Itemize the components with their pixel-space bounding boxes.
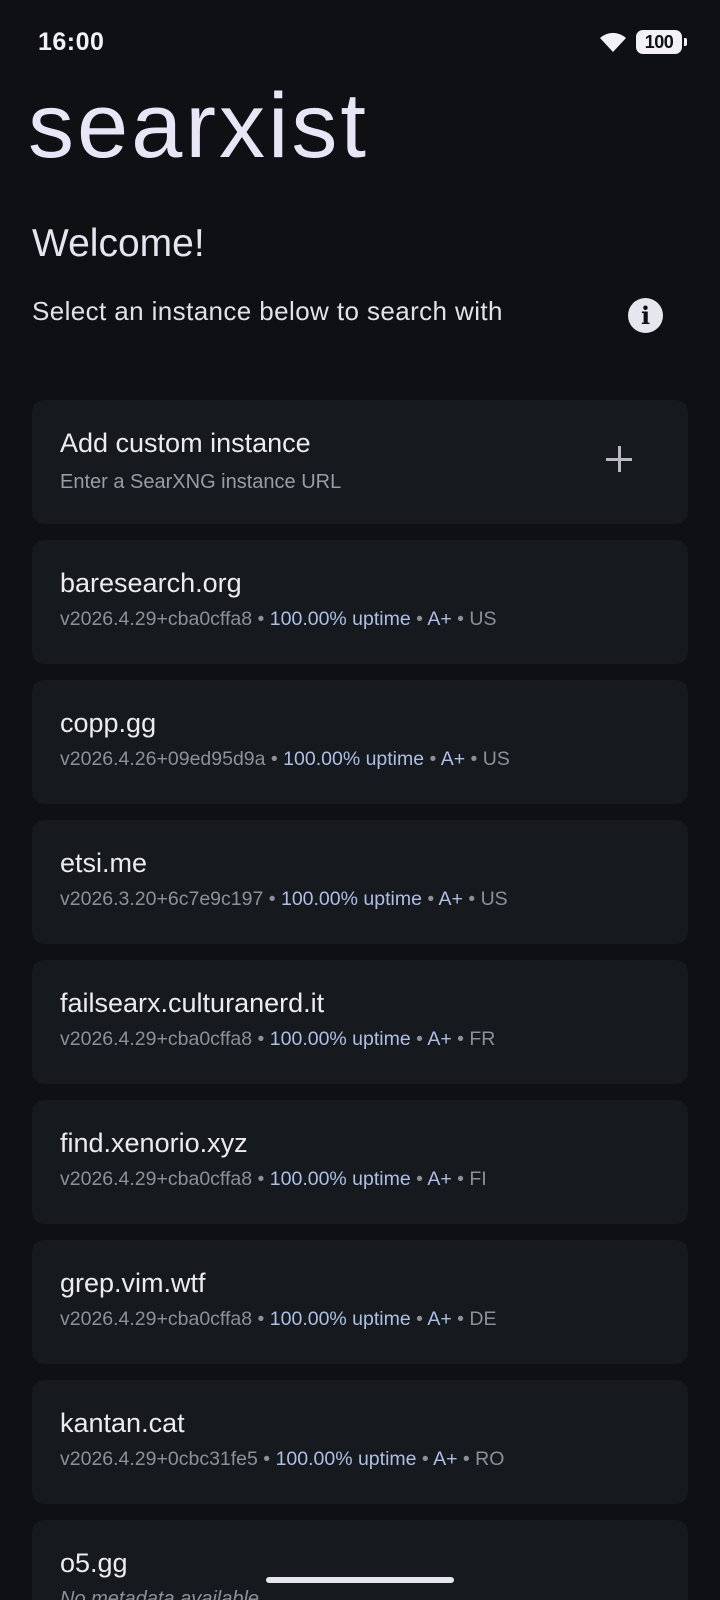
instance-uptime: 100.00% uptime <box>275 1448 417 1470</box>
add-custom-instance-card[interactable]: Add custom instance Enter a SearXNG inst… <box>32 400 688 524</box>
instance-country: US <box>480 888 508 910</box>
instance-meta: v2026.3.20+6c7e9c197 • 100.00% uptime • … <box>60 888 508 911</box>
instance-meta: v2026.4.29+cba0cffa8 • 100.00% uptime • … <box>60 1168 487 1191</box>
instance-grade: A+ <box>427 608 452 630</box>
meta-separator: • <box>410 1308 428 1330</box>
meta-separator: • <box>416 1448 434 1470</box>
instance-country: US <box>469 608 497 630</box>
instance-meta: v2026.4.29+cba0cffa8 • 100.00% uptime • … <box>60 1028 495 1051</box>
instance-version: v2026.4.29+cba0cffa8 <box>60 608 253 630</box>
instance-card[interactable]: find.xenorio.xyz v2026.4.29+cba0cffa8 • … <box>32 1100 688 1224</box>
instance-grade: A+ <box>427 1028 452 1050</box>
meta-separator: • <box>410 608 428 630</box>
add-custom-instance-subtitle: Enter a SearXNG instance URL <box>60 471 342 493</box>
meta-separator: • <box>457 1448 476 1470</box>
instance-version: v2026.4.29+cba0cffa8 <box>60 1308 253 1330</box>
meta-separator: • <box>252 1028 270 1050</box>
meta-separator: • <box>265 748 284 770</box>
wifi-icon <box>598 30 628 54</box>
instance-country: RO <box>475 1448 505 1470</box>
meta-separator: • <box>257 1448 276 1470</box>
instance-grade: A+ <box>433 1448 458 1470</box>
instance-no-metadata: No metadata available <box>60 1588 260 1600</box>
instance-card[interactable]: failsearx.culturanerd.it v2026.4.29+cba0… <box>32 960 688 1084</box>
welcome-title: Welcome! <box>32 222 205 265</box>
status-time: 16:00 <box>38 28 105 56</box>
meta-separator: • <box>410 1028 428 1050</box>
meta-separator: • <box>252 608 270 630</box>
instance-host: baresearch.org <box>60 568 242 598</box>
plus-icon[interactable] <box>604 444 634 474</box>
meta-separator: • <box>462 888 481 910</box>
add-custom-instance-title: Add custom instance <box>60 428 311 458</box>
instance-version: v2026.4.26+09ed95d9a <box>60 748 266 770</box>
instance-card[interactable]: baresearch.org v2026.4.29+cba0cffa8 • 10… <box>32 540 688 664</box>
screen: 16:00 100 searxist Welcome! Select an in… <box>0 0 720 1600</box>
meta-separator: • <box>410 1168 428 1190</box>
instance-grade: A+ <box>438 888 463 910</box>
instance-host: etsi.me <box>60 848 148 878</box>
home-indicator[interactable] <box>266 1577 454 1583</box>
instance-host: failsearx.culturanerd.it <box>60 988 325 1018</box>
meta-separator: • <box>424 748 441 770</box>
info-icon: i <box>640 300 651 330</box>
meta-separator: • <box>451 1168 470 1190</box>
instance-host: grep.vim.wtf <box>60 1268 206 1298</box>
instance-uptime: 100.00% uptime <box>269 1308 411 1330</box>
instance-card[interactable]: o5.gg No metadata available <box>32 1520 688 1600</box>
instance-country: DE <box>469 1308 497 1330</box>
battery-level: 100 <box>644 31 674 52</box>
instance-host: copp.gg <box>60 708 157 738</box>
instance-version: v2026.4.29+0cbc31fe5 <box>60 1448 258 1470</box>
instance-meta: v2026.4.29+cba0cffa8 • 100.00% uptime • … <box>60 608 496 631</box>
instance-host: o5.gg <box>60 1548 128 1578</box>
instance-meta: v2026.4.29+cba0cffa8 • 100.00% uptime • … <box>60 1308 496 1331</box>
instance-uptime: 100.00% uptime <box>269 1028 411 1050</box>
instance-uptime: 100.00% uptime <box>269 1168 411 1190</box>
meta-separator: • <box>263 888 281 910</box>
status-icons: 100 <box>598 28 687 56</box>
instance-uptime: 100.00% uptime <box>283 748 425 770</box>
instance-card[interactable]: grep.vim.wtf v2026.4.29+cba0cffa8 • 100.… <box>32 1240 688 1364</box>
info-button[interactable]: i <box>628 298 663 333</box>
meta-separator: • <box>451 1028 470 1050</box>
instance-host: kantan.cat <box>60 1408 185 1438</box>
welcome-subtitle: Select an instance below to search with <box>32 296 503 326</box>
app-logo: searxist <box>28 75 369 177</box>
instance-uptime: 100.00% uptime <box>280 888 422 910</box>
instance-country: US <box>482 748 510 770</box>
instance-meta: v2026.4.26+09ed95d9a • 100.00% uptime • … <box>60 748 510 771</box>
instance-grade: A+ <box>427 1168 452 1190</box>
meta-separator: • <box>451 1308 470 1330</box>
meta-separator: • <box>421 888 439 910</box>
instance-grade: A+ <box>427 1308 452 1330</box>
instance-card[interactable]: copp.gg v2026.4.26+09ed95d9a • 100.00% u… <box>32 680 688 804</box>
meta-separator: • <box>252 1308 270 1330</box>
instance-version: v2026.4.29+cba0cffa8 <box>60 1028 253 1050</box>
instance-card[interactable]: kantan.cat v2026.4.29+0cbc31fe5 • 100.00… <box>32 1380 688 1504</box>
instance-meta: v2026.4.29+0cbc31fe5 • 100.00% uptime • … <box>60 1448 504 1471</box>
meta-separator: • <box>451 608 470 630</box>
meta-separator: • <box>252 1168 270 1190</box>
instance-version: v2026.4.29+cba0cffa8 <box>60 1168 253 1190</box>
instance-country: FR <box>469 1028 496 1050</box>
meta-separator: • <box>465 748 483 770</box>
status-bar: 16:00 100 <box>0 0 720 84</box>
instance-country: FI <box>469 1168 487 1190</box>
instance-host: find.xenorio.xyz <box>60 1128 248 1158</box>
battery-icon: 100 <box>636 30 687 54</box>
instance-uptime: 100.00% uptime <box>269 608 411 630</box>
instance-grade: A+ <box>440 748 466 770</box>
instance-version: v2026.3.20+6c7e9c197 <box>60 888 264 910</box>
instance-card[interactable]: etsi.me v2026.3.20+6c7e9c197 • 100.00% u… <box>32 820 688 944</box>
